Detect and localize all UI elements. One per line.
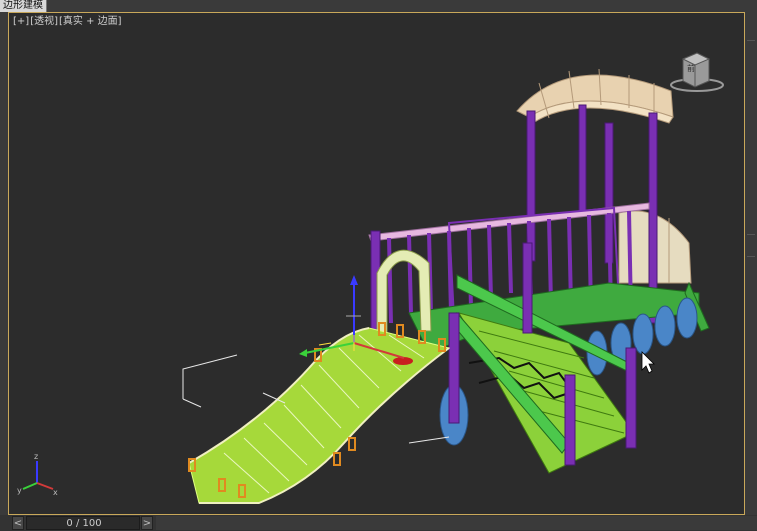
viewcube-face-label: 前 (687, 64, 695, 73)
tab-polygon-modeling[interactable]: 边形建模 (0, 0, 47, 12)
next-frame-button[interactable]: > (141, 516, 153, 530)
scene-render: z y x (17, 68, 710, 504)
prev-frame-button[interactable]: < (12, 516, 24, 530)
perspective-viewport[interactable]: [+][透视][真实 + 边面] z y x 前 (8, 12, 745, 515)
svg-text:y: y (17, 486, 22, 495)
tab-bar: 边形建模 (0, 0, 757, 12)
mouse-cursor-icon (641, 351, 655, 374)
time-slider-track[interactable]: 0 / 100 (26, 516, 140, 530)
left-strip (0, 12, 8, 515)
time-slider[interactable]: < 0 / 100 > (0, 515, 757, 531)
right-strip (745, 12, 757, 515)
stairs (448, 242, 637, 474)
axis-gizmo-icon: z y x (17, 452, 58, 497)
svg-text:z: z (34, 452, 38, 461)
frame-counter: 0 / 100 (66, 518, 102, 529)
trackbar[interactable] (156, 516, 757, 530)
svg-text:x: x (53, 488, 58, 497)
viewcube-icon[interactable]: 前 (669, 49, 729, 97)
